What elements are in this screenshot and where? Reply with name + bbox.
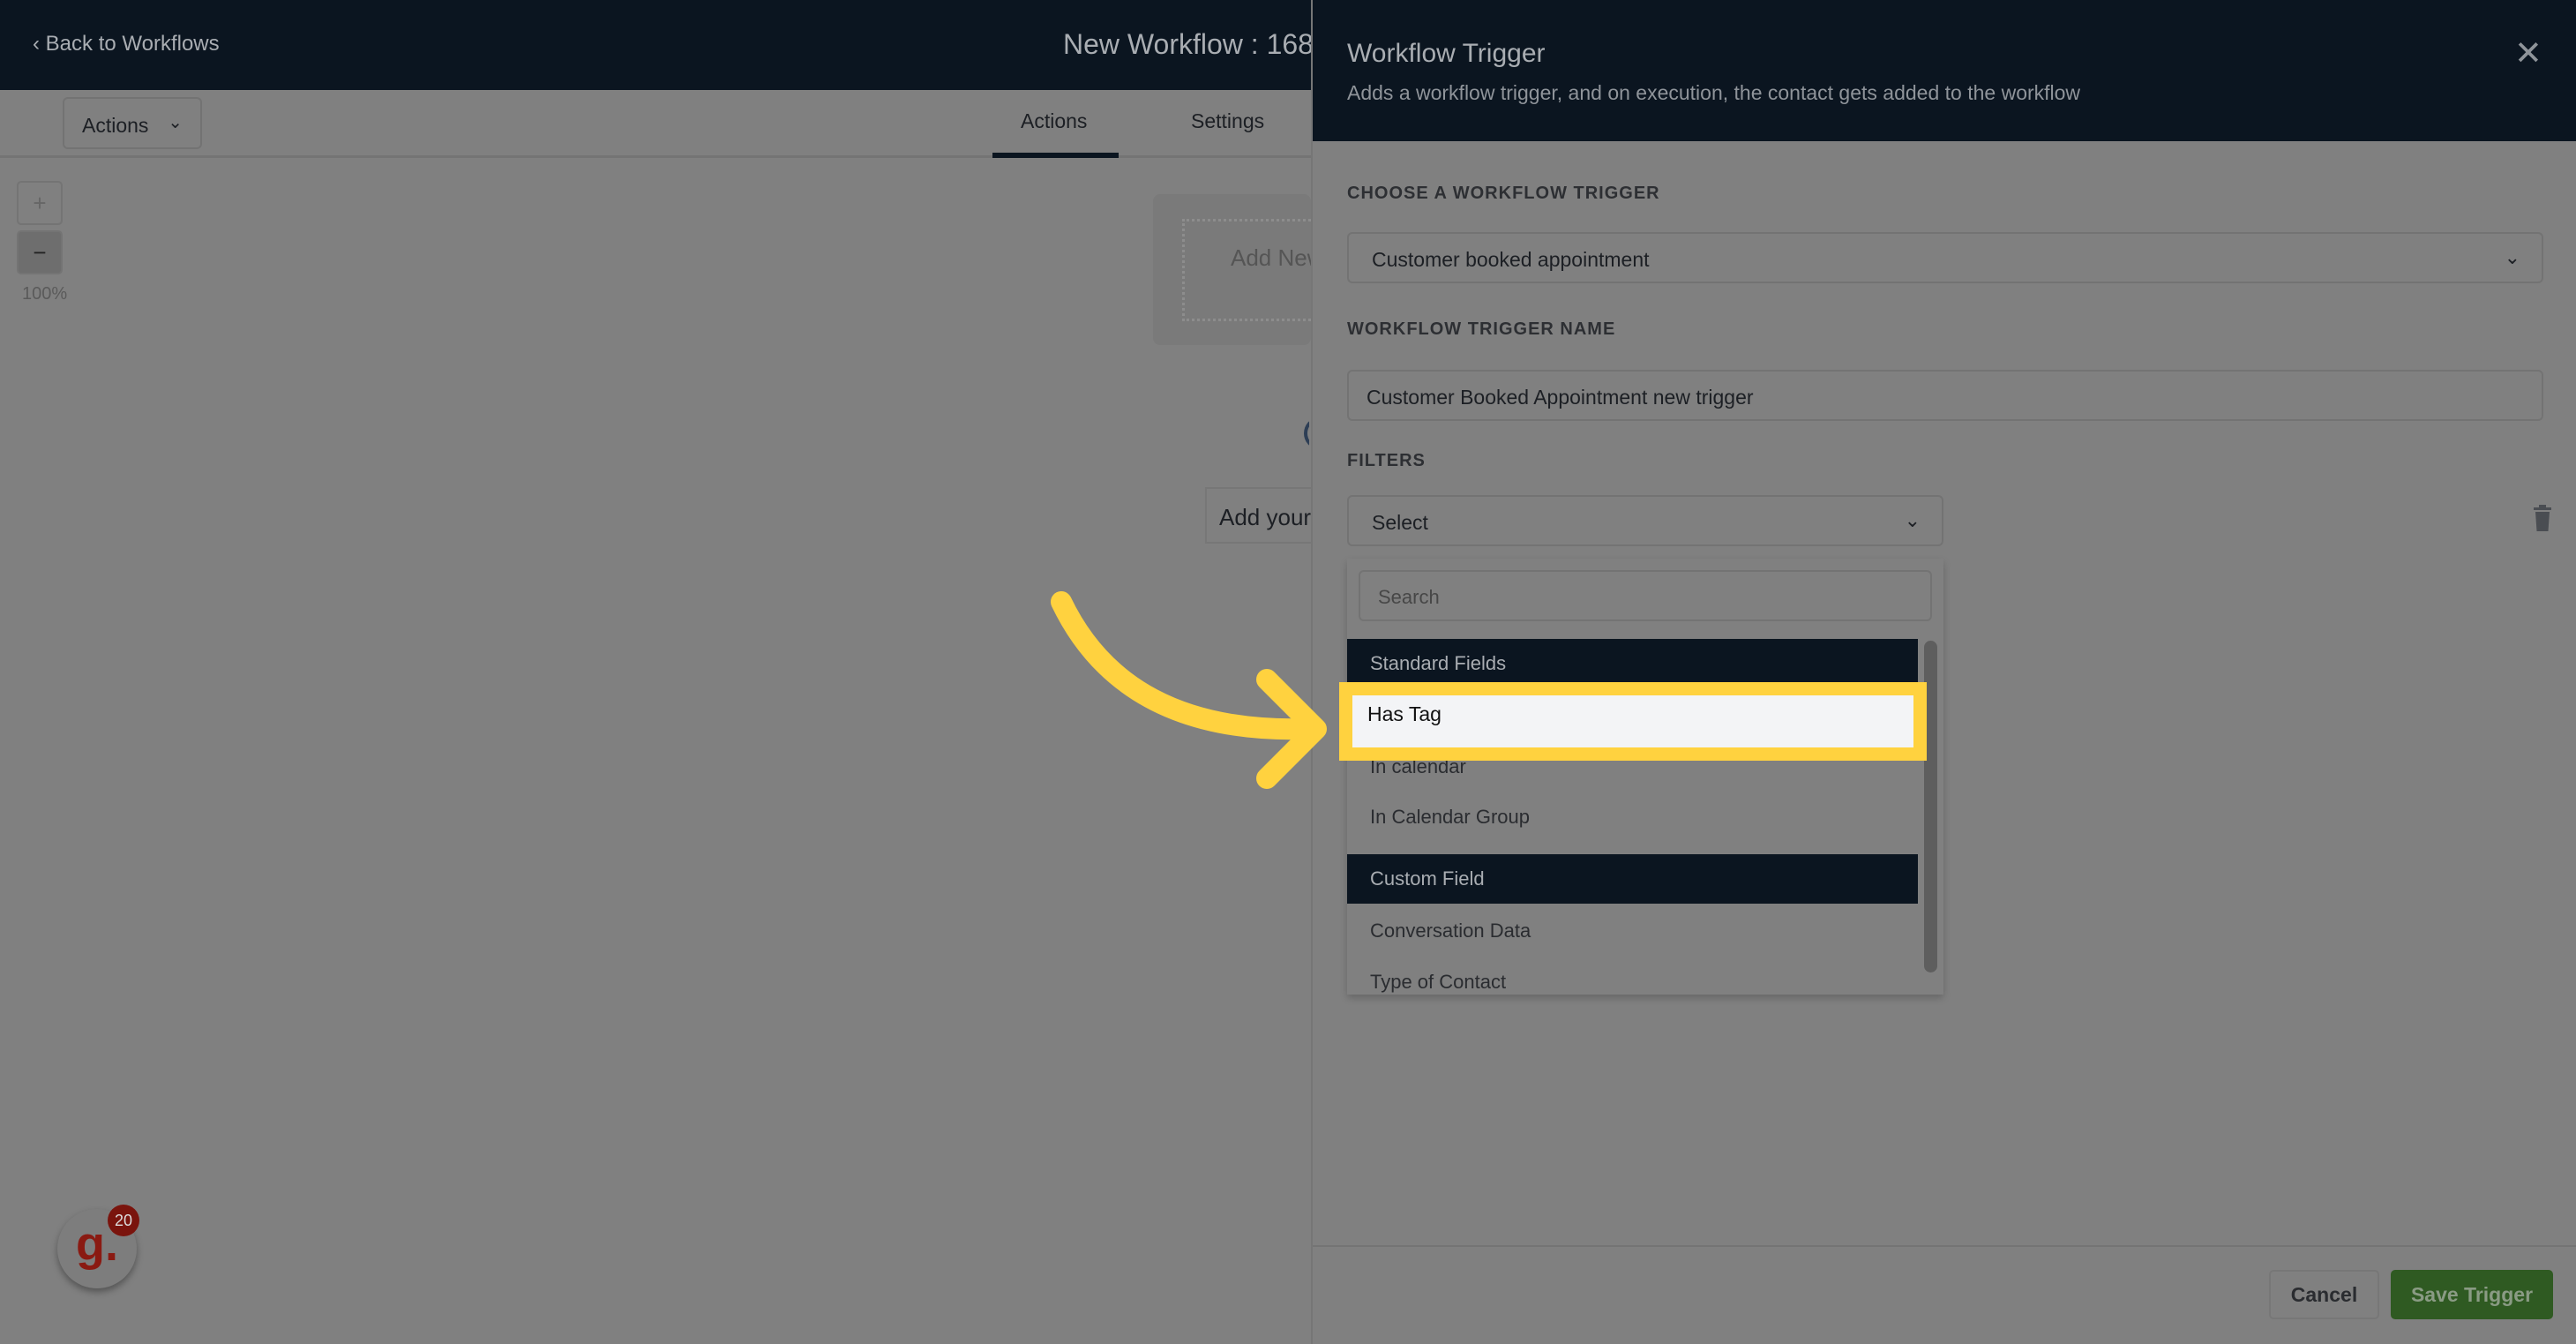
notification-badge: 20 [108,1205,139,1236]
pointer-arrow-icon [1051,591,1327,789]
